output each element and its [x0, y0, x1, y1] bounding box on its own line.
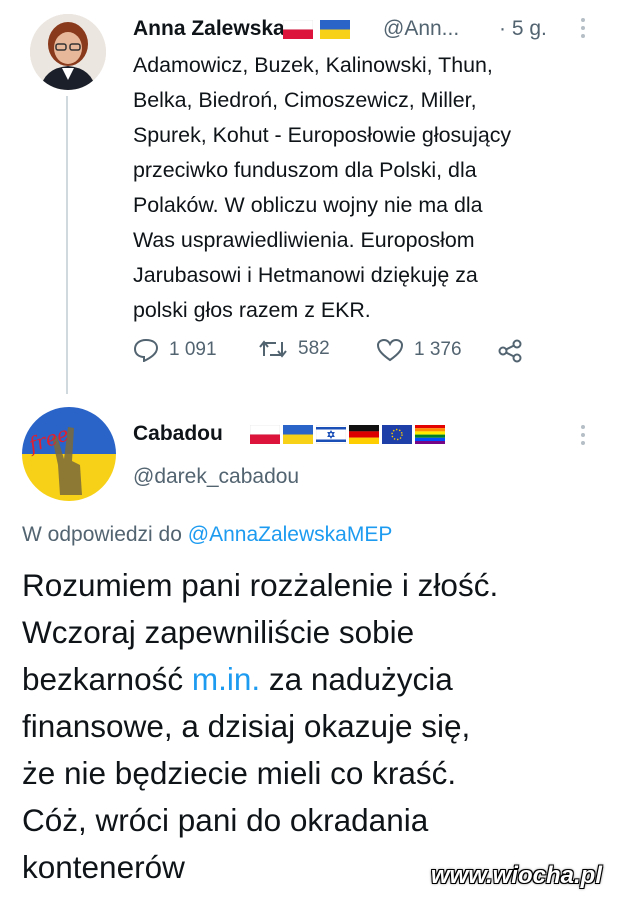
israel-flag-icon: [316, 425, 346, 444]
ukraine-flag-icon: [320, 20, 350, 39]
tweet-text-line: bezkarność m.in. za nadużycia: [22, 656, 612, 703]
eu-flag-icon: [382, 425, 412, 444]
more-icon[interactable]: [579, 16, 587, 45]
tweet-text-line: Jarubasowi i Hetmanowi dziękuję za: [133, 263, 478, 287]
text-segment: za nadużycia: [260, 661, 453, 697]
tweet-text-line: Adamowicz, Buzek, Kalinowski, Thun,: [133, 53, 493, 77]
thread-connector-line: [66, 96, 68, 394]
retweet-count: 582: [298, 338, 330, 359]
tweet-text-line: finansowe, a dzisiaj okazuje się,: [22, 708, 471, 744]
tweet-text-line: Cóż, wróci pani do okradania: [22, 802, 429, 838]
like-count: 1 376: [414, 339, 462, 360]
ukraine-flag-icon: [283, 425, 313, 444]
author-handle[interactable]: @darek_cabadou: [133, 465, 299, 489]
reply-context: W odpowiedzi do @AnnaZalewskaMEP: [22, 523, 392, 547]
tweet-text-line: Spurek, Kohut - Europosłowie głosujący: [133, 123, 512, 147]
tweet-text-line: przeciwko funduszom dla Polski, dla: [133, 158, 477, 182]
rainbow-flag-icon: [415, 425, 445, 444]
tweet-text-line: polski głos razem z EKR.: [133, 298, 371, 322]
author-name[interactable]: Anna Zalewska: [133, 17, 285, 41]
reply-icon: [133, 338, 159, 362]
tweet-text-line: Wczoraj zapewniliście sobie: [22, 614, 415, 650]
tweet-text-line: że nie będziecie mieli co kraść.: [22, 755, 457, 791]
poland-flag-icon: [283, 20, 313, 39]
retweet-icon: [259, 340, 287, 358]
tweet-text: Rozumiem pani rozżalenie i złość. Wczora…: [22, 562, 612, 891]
author-name[interactable]: Cabadou: [133, 422, 223, 446]
author-handle[interactable]: @Ann...: [383, 17, 459, 41]
reply-mention-link[interactable]: @AnnaZalewskaMEP: [188, 523, 393, 546]
like-icon: [376, 338, 404, 362]
like-button[interactable]: 1 376: [376, 338, 462, 362]
share-icon: [498, 339, 522, 363]
minin-link[interactable]: m.in.: [192, 661, 260, 697]
poland-flag-icon: [250, 425, 280, 444]
germany-flag-icon: [349, 425, 379, 444]
more-icon[interactable]: [579, 423, 587, 452]
profile-flags: [250, 425, 445, 444]
tweet-text-line: Rozumiem pani rozżalenie i złość.: [22, 567, 499, 603]
text-segment: bezkarność: [22, 661, 192, 697]
tweet-text-line: Polaków. W obliczu wojny nie ma dla: [133, 193, 483, 217]
watermark: www.wiocha.pl: [430, 862, 602, 889]
tweet-timestamp[interactable]: · 5 g.: [499, 17, 547, 41]
share-button[interactable]: [497, 339, 523, 368]
reply-prefix: W odpowiedzi do: [22, 523, 182, 546]
reply-button[interactable]: 1 091: [133, 338, 217, 362]
avatar-cabadou[interactable]: free: [22, 407, 116, 501]
avatar-anna-zalewska[interactable]: [30, 14, 106, 90]
retweet-button[interactable]: 582: [258, 338, 330, 360]
tweet-text-line: Belka, Biedroń, Cimoszewicz, Miller,: [133, 88, 477, 112]
reply-count: 1 091: [169, 339, 217, 360]
tweet-text-line: Was usprawiedliwienia. Europosłom: [133, 228, 475, 252]
tweet-text: Adamowicz, Buzek, Kalinowski, Thun, Belk…: [133, 48, 593, 328]
